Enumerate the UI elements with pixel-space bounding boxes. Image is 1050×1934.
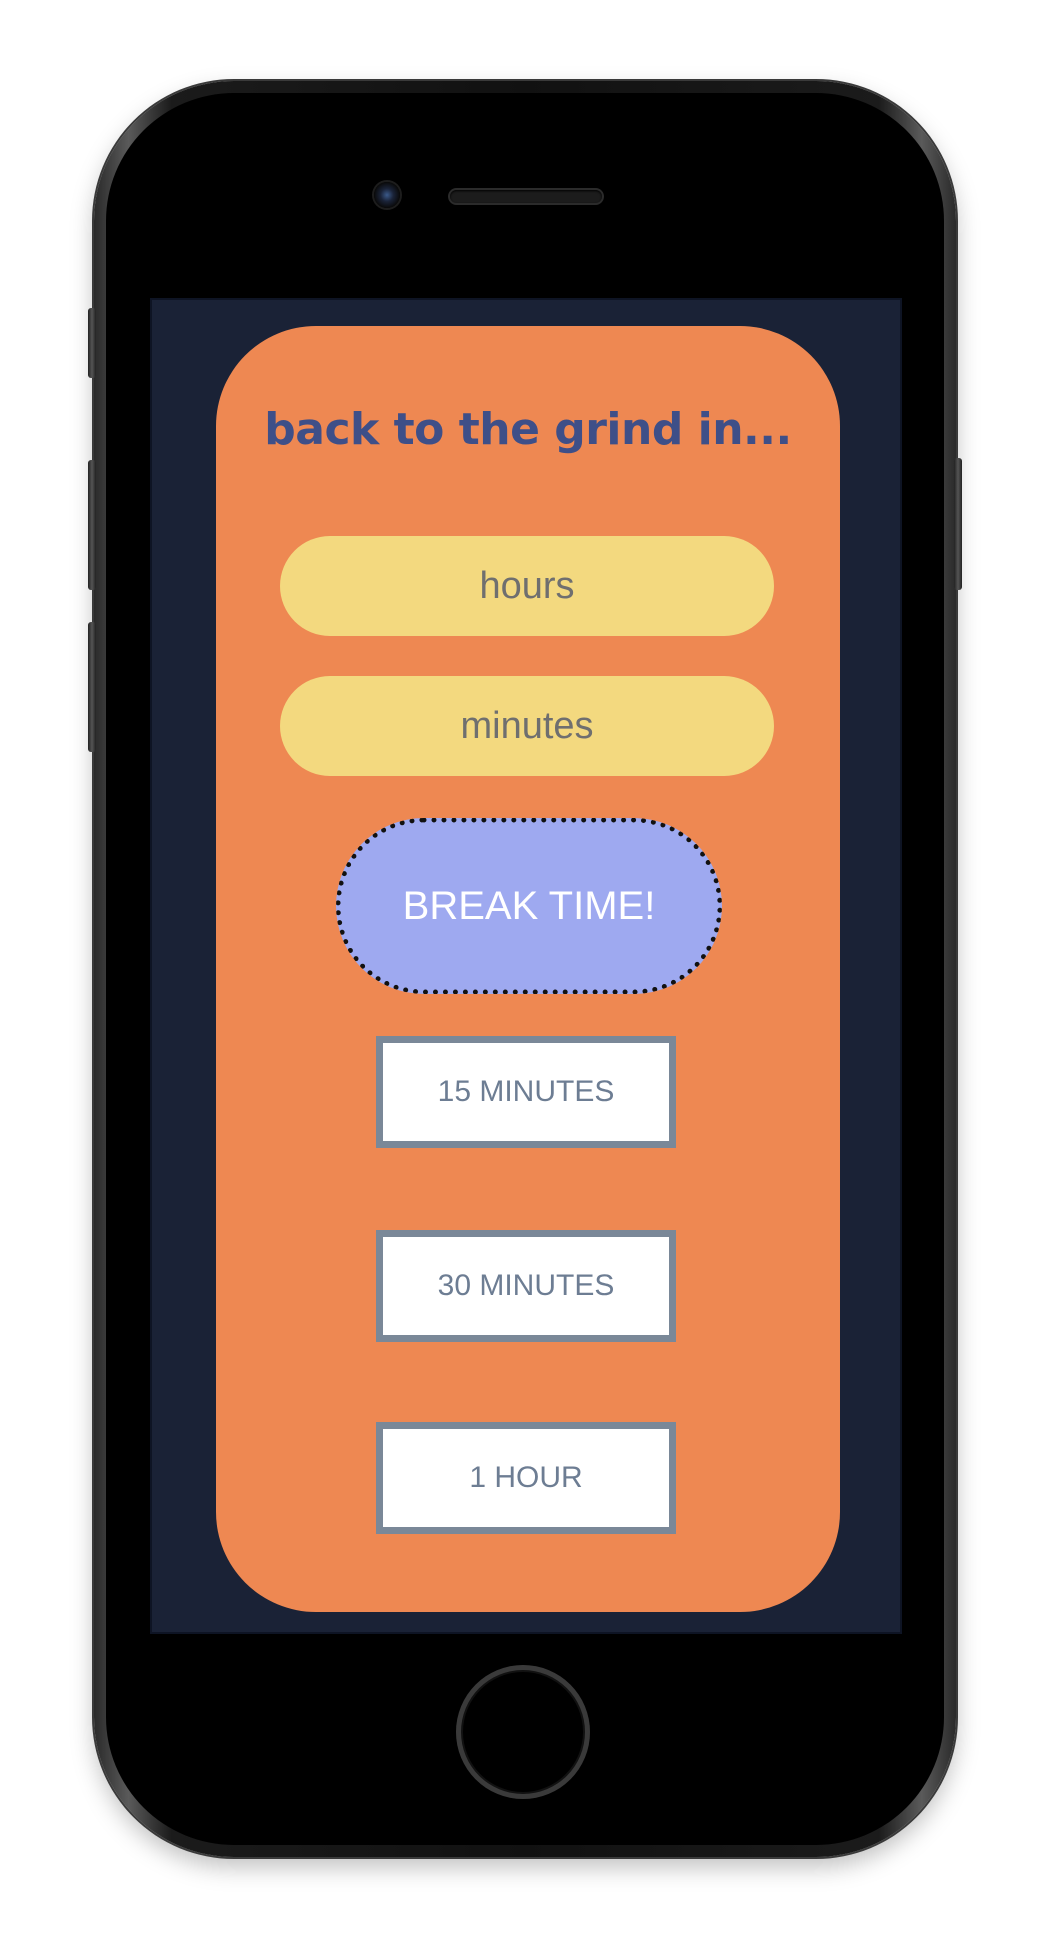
front-camera-icon [374,182,400,208]
volume-down-button [88,622,96,752]
page-title: back to the grind in... [264,404,792,455]
timer-card: back to the grind in... BREAK TIME! 15 M… [216,326,840,1612]
break-time-label: BREAK TIME! [402,883,656,928]
1-hour-button[interactable]: 1 HOUR [376,1422,676,1534]
volume-up-button [88,460,96,590]
30-minutes-button[interactable]: 30 MINUTES [376,1230,676,1342]
power-button [954,458,962,590]
break-time-button[interactable]: BREAK TIME! [336,818,722,994]
15-minutes-button[interactable]: 15 MINUTES [376,1036,676,1148]
phone-screen: back to the grind in... BREAK TIME! 15 M… [150,298,902,1634]
duration-label: 30 MINUTES [437,1269,615,1302]
home-button[interactable] [456,1665,590,1799]
earpiece-speaker-icon [450,190,602,203]
duration-label: 15 MINUTES [437,1075,615,1108]
mute-switch [88,308,96,378]
hours-input[interactable] [280,536,774,636]
duration-label: 1 HOUR [469,1461,583,1494]
minutes-input[interactable] [280,676,774,776]
